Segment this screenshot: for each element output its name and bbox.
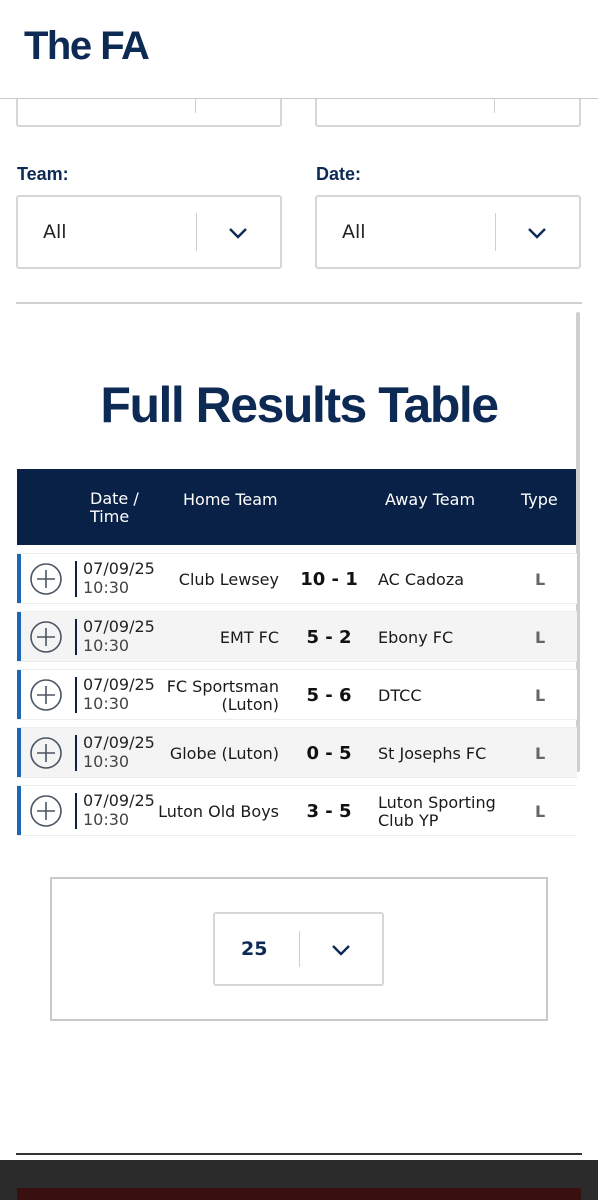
plus-circle-icon[interactable] — [30, 795, 62, 827]
match-time: 10:30 — [83, 578, 130, 597]
away-team: AC Cadoza — [378, 569, 465, 589]
chevron-down-icon — [528, 228, 546, 239]
match-date: 07/09/25 — [83, 791, 155, 810]
plus-circle-icon[interactable] — [30, 563, 62, 595]
select-divider — [299, 931, 300, 967]
plus-circle-icon[interactable] — [30, 679, 62, 711]
select-divider — [495, 213, 496, 251]
team-select-value: All — [43, 221, 67, 243]
home-team: Globe (Luton) — [169, 743, 279, 763]
col-date-time: Date / Time — [90, 489, 139, 526]
row-accent — [17, 612, 21, 661]
row-divider — [75, 561, 77, 597]
site-footer — [0, 1160, 598, 1200]
match-score: 0 - 5 — [306, 743, 352, 764]
match-date: 07/09/25 — [83, 733, 155, 752]
col-away-team: Away Team — [385, 490, 476, 509]
col-type: Type — [521, 490, 558, 509]
match-type: L — [535, 570, 546, 589]
match-date: 07/09/25 — [83, 559, 155, 578]
select-divider — [196, 213, 197, 251]
chevron-down-icon — [332, 945, 350, 956]
away-team: Luton Sporting Club YP — [378, 792, 496, 830]
table-row[interactable]: 07/09/25 10:30 Club Lewsey 10 - 1 AC Cad… — [17, 553, 577, 604]
home-team: EMT FC — [219, 627, 279, 647]
match-type: L — [535, 686, 546, 705]
match-type: L — [535, 802, 546, 821]
row-accent — [17, 670, 21, 719]
away-team: St Josephs FC — [378, 743, 487, 763]
section-divider — [16, 302, 582, 304]
results-table-header: Date / Time Home Team Away Team Type — [17, 469, 576, 545]
table-row[interactable]: 07/09/25 10:30 Luton Old Boys 3 - 5 Luto… — [17, 785, 577, 836]
footer-divider — [16, 1153, 582, 1155]
match-time: 10:30 — [83, 810, 130, 829]
match-time: 10:30 — [83, 636, 130, 655]
row-divider — [75, 677, 77, 713]
away-team: DTCC — [378, 685, 422, 705]
match-score: 10 - 1 — [300, 569, 358, 590]
table-row[interactable]: 07/09/25 10:30 EMT FC 5 - 2 Ebony FC L — [17, 611, 577, 662]
match-date: 07/09/25 — [83, 617, 155, 636]
chevron-down-icon — [229, 228, 247, 239]
row-divider — [75, 735, 77, 771]
row-divider — [75, 793, 77, 829]
page-size-value: 25 — [241, 938, 268, 960]
date-select-value: All — [342, 221, 366, 243]
away-team: Ebony FC — [378, 627, 454, 647]
match-type: L — [535, 628, 546, 647]
match-score: 5 - 2 — [306, 627, 352, 648]
site-header: The FA — [0, 0, 598, 99]
table-row[interactable]: 07/09/25 10:30 Globe (Luton) 0 - 5 St Jo… — [17, 727, 577, 778]
team-select[interactable]: All — [16, 195, 282, 269]
row-accent — [17, 786, 21, 835]
date-select[interactable]: All — [315, 195, 581, 269]
match-time: 10:30 — [83, 752, 130, 771]
table-row[interactable]: 07/09/25 10:30 FC Sportsman (Luton) 5 - … — [17, 669, 577, 720]
match-date: 07/09/25 — [83, 675, 155, 694]
home-team: Club Lewsey — [178, 569, 279, 589]
fa-logo[interactable]: The FA — [24, 24, 150, 69]
team-filter-label: Team: — [17, 164, 69, 184]
match-type: L — [535, 744, 546, 763]
row-divider — [75, 619, 77, 655]
home-team: Luton Old Boys — [158, 801, 279, 821]
page-size-select[interactable]: 25 — [213, 912, 384, 986]
results-title: Full Results Table — [100, 377, 499, 433]
match-score: 5 - 6 — [306, 685, 352, 706]
plus-circle-icon[interactable] — [30, 737, 62, 769]
plus-circle-icon[interactable] — [30, 621, 62, 653]
row-accent — [17, 554, 21, 603]
footer-banner — [17, 1188, 581, 1200]
match-time: 10:30 — [83, 694, 130, 713]
col-home-team: Home Team — [183, 490, 278, 509]
match-score: 3 - 5 — [306, 801, 352, 822]
row-accent — [17, 728, 21, 777]
home-team: FC Sportsman (Luton) — [166, 676, 279, 714]
date-filter-label: Date: — [316, 164, 362, 184]
